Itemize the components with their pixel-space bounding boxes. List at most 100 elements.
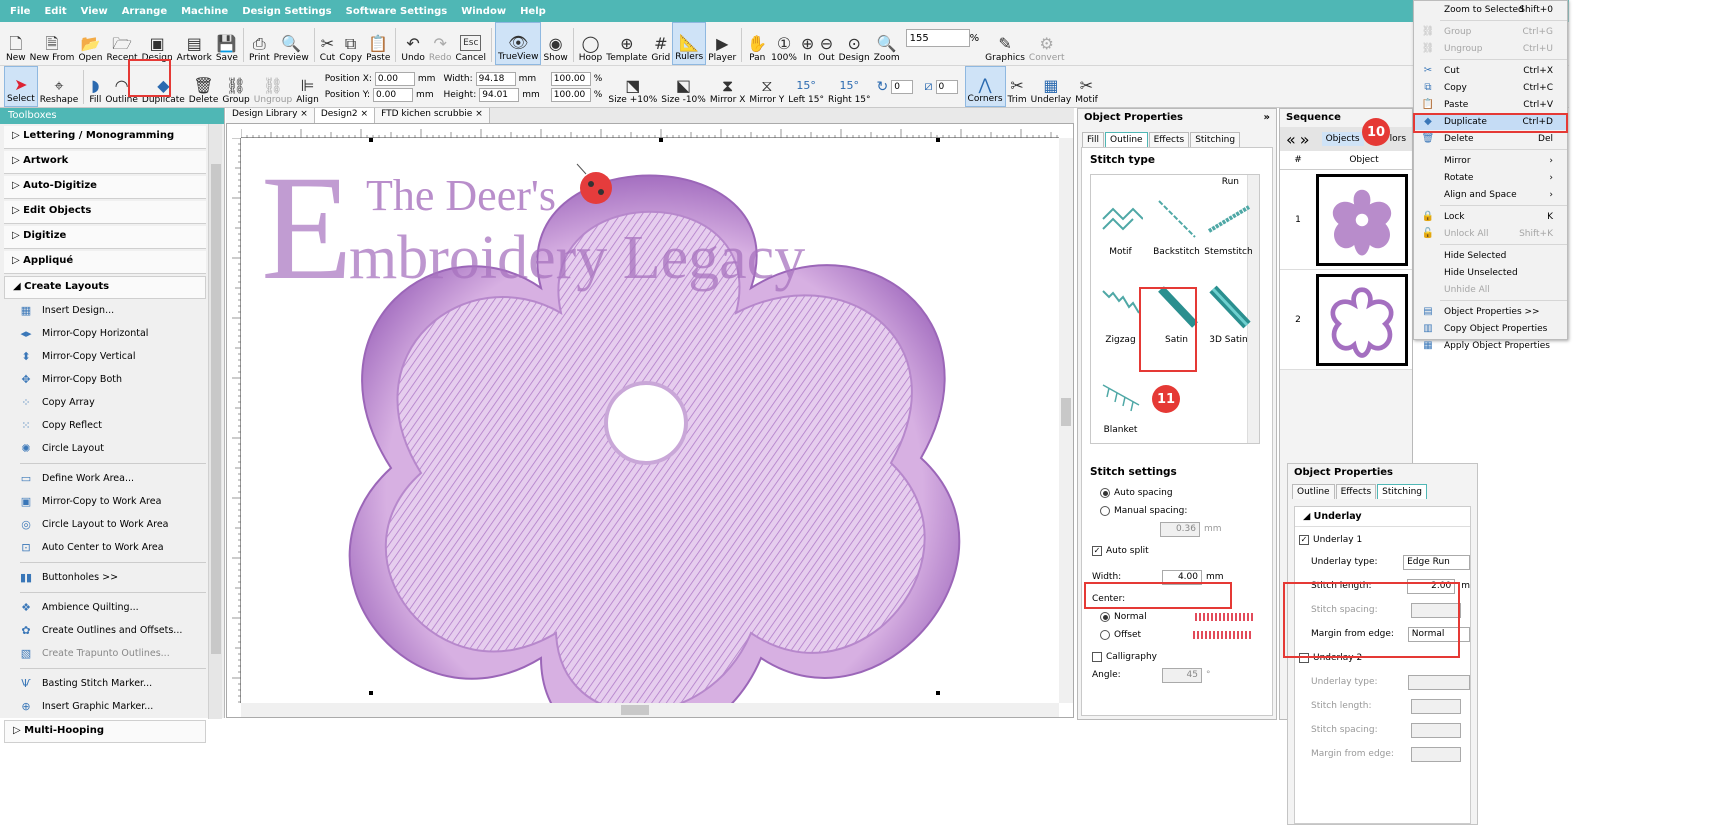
convert-button[interactable]: ⚙ Convert (1027, 22, 1067, 65)
zoom-input[interactable] (905, 29, 970, 47)
toolbox-item-trapunto[interactable]: ▧ Create Trapunto Outlines... (18, 642, 206, 665)
tab-stitching[interactable]: Stitching (1377, 484, 1427, 499)
stitch-stemstitch[interactable]: Stemstitch (1201, 197, 1256, 257)
colors-button[interactable]: lors (1390, 134, 1406, 144)
stitch-3d-satin[interactable]: 3D Satin (1201, 285, 1256, 345)
trueview-button[interactable]: 👁 TrueView (494, 22, 542, 65)
group-button[interactable]: ⛓ Group (220, 66, 251, 107)
stitch-blanket[interactable]: Blanket (1093, 375, 1148, 435)
toolbox-scrollbar[interactable] (208, 124, 222, 719)
fill-button[interactable]: ◗ Fill (87, 66, 103, 107)
zoom-design-button[interactable]: ⊙ Design (837, 22, 872, 65)
underlay-section[interactable]: ◢ Underlay (1295, 507, 1470, 527)
underlay2-length-input[interactable] (1411, 698, 1461, 714)
zoom-out-button[interactable]: ⊖ Out (816, 22, 836, 65)
context-menu-item-copy-object-properties[interactable]: ▥ Copy Object Properties (1414, 320, 1567, 337)
menu-item-machine[interactable]: Machine (181, 6, 228, 17)
motif-button[interactable]: ✂ Motif (1073, 66, 1099, 107)
tab-outline[interactable]: Outline (1105, 132, 1148, 147)
close-tab-icon[interactable]: × (361, 109, 369, 119)
context-menu-item-hide-unselected[interactable]: Hide Unselected (1414, 264, 1567, 281)
template-button[interactable]: ⊕ Template (604, 22, 649, 65)
tab-effects[interactable]: Effects (1148, 132, 1190, 147)
player-button[interactable]: ▶ Player (706, 22, 738, 65)
next-icon[interactable]: » (1300, 130, 1310, 149)
copy-button[interactable]: ⧉ Copy (337, 22, 364, 65)
context-menu-item-copy[interactable]: ⧉ Copy Ctrl+C (1414, 79, 1567, 96)
menu-item-arrange[interactable]: Arrange (122, 6, 167, 17)
canvas-horizontal-scrollbar[interactable] (241, 703, 1059, 717)
context-menu-item-hide-selected[interactable]: Hide Selected (1414, 247, 1567, 264)
context-menu-item-lock[interactable]: 🔒 Lock K (1414, 208, 1567, 225)
graphics-button[interactable]: ✎ Graphics (983, 22, 1027, 65)
toolbox-item-mirror-copy-work-area[interactable]: ▣ Mirror-Copy to Work Area (18, 490, 206, 513)
underlay-type-select[interactable]: Edge Run (1403, 554, 1470, 570)
spacing-input[interactable]: 0.36 (1160, 521, 1200, 537)
context-menu-item-apply-object-properties[interactable]: ▦ Apply Object Properties (1414, 337, 1567, 354)
sequence-row[interactable]: 2 (1280, 270, 1412, 370)
menu-item-view[interactable]: View (81, 6, 108, 17)
save-button[interactable]: 💾 Save (214, 22, 240, 65)
underlay2-type-select[interactable] (1407, 674, 1470, 690)
underlay-button[interactable]: ▦ Underlay (1029, 66, 1074, 107)
size-up-button[interactable]: ⬔ Size +10% (606, 66, 659, 107)
new-file-button[interactable]: 🗋 New (4, 22, 28, 65)
position-y-input[interactable] (373, 87, 414, 102)
toolbox-section-edit-objects[interactable]: ▷ Edit Objects (4, 201, 206, 224)
underlay2-spacing-input[interactable] (1411, 722, 1461, 738)
new-from-button[interactable]: 🗎 New From (28, 22, 77, 65)
rotate-left-button[interactable]: 15° Left 15° (786, 66, 826, 107)
width-input[interactable] (475, 71, 516, 86)
document-tab[interactable]: Design Library × (226, 108, 315, 123)
context-menu-item-zoom-to-selected[interactable]: Zoom to Selected Shift+0 (1414, 1, 1567, 18)
menu-item-file[interactable]: File (10, 6, 30, 17)
toolbox-item-outlines-offsets[interactable]: ✿ Create Outlines and Offsets... (18, 619, 206, 642)
toolbox-item-graphic-marker[interactable]: ⊕ Insert Graphic Marker... (18, 695, 206, 718)
tab-stitching[interactable]: Stitching (1190, 132, 1241, 147)
manual-spacing-option[interactable]: Manual spacing: (1082, 502, 1272, 520)
toolbox-item-mirror-copy-horizontal[interactable]: ◂▸ Mirror-Copy Horizontal (18, 322, 206, 345)
sequence-row[interactable]: 1 (1280, 170, 1412, 270)
toolbox-item-ambience-quilting[interactable]: ❖ Ambience Quilting... (18, 596, 206, 619)
toolbox-item-mirror-copy-vertical[interactable]: ⬍ Mirror-Copy Vertical (18, 345, 206, 368)
context-menu-item-paste[interactable]: 📋 Paste Ctrl+V (1414, 96, 1567, 113)
toolbox-section-appliqu-[interactable]: ▷ Appliqué (4, 251, 206, 274)
context-menu-item-mirror[interactable]: Mirror › (1414, 152, 1567, 169)
undo-button[interactable]: ↶ Undo (399, 22, 427, 65)
delete-button[interactable]: 🗑 Delete (187, 66, 221, 107)
artwork-button[interactable]: ▤ Artwork (175, 22, 214, 65)
corners-button[interactable]: ⋀ Corners (964, 66, 1006, 107)
design-artwork[interactable]: E The Deer's mbroidery Legacy (241, 138, 1061, 705)
tab-outline[interactable]: Outline (1292, 484, 1335, 499)
center-normal-option[interactable]: Normal (1082, 608, 1272, 626)
underlay1-checkbox[interactable]: ✓ Underlay 1 (1295, 531, 1470, 549)
toolbox-section-artwork[interactable]: ▷ Artwork (4, 151, 206, 174)
rotation-input[interactable] (891, 79, 914, 94)
toolbox-item-auto-center[interactable]: ⊡ Auto Center to Work Area (18, 536, 206, 559)
toolbox-section-digitize[interactable]: ▷ Digitize (4, 226, 206, 249)
show-button[interactable]: ◉ Show (541, 22, 569, 65)
zoom-in-button[interactable]: ⊕ In (799, 22, 816, 65)
toolbox-item-circle-layout-work-area[interactable]: ◎ Circle Layout to Work Area (18, 513, 206, 536)
grid-button[interactable]: # Grid (649, 22, 672, 65)
ungroup-button[interactable]: ⛓ Ungroup (252, 66, 294, 107)
rotate-right-button[interactable]: 15° Right 15° (826, 66, 873, 107)
context-menu-item-unlock-all[interactable]: 🔓 Unlock All Shift+K (1414, 225, 1567, 242)
context-menu-item-align-and-space[interactable]: Align and Space › (1414, 186, 1567, 203)
tab-effects[interactable]: Effects (1335, 484, 1377, 499)
underlay2-margin-select[interactable] (1411, 746, 1461, 762)
redo-button[interactable]: ↷ Redo (427, 22, 454, 65)
calligraphy-checkbox[interactable]: Calligraphy (1082, 648, 1272, 666)
toolbox-item-define-work-area[interactable]: ▭ Define Work Area... (18, 467, 206, 490)
menu-item-software-settings[interactable]: Software Settings (346, 6, 448, 17)
toolbox-item-basting-marker[interactable]: Ѱ Basting Stitch Marker... (18, 672, 206, 695)
close-tab-icon[interactable]: × (475, 109, 483, 119)
size-down-button[interactable]: ⬕ Size -10% (659, 66, 708, 107)
reshape-tool-button[interactable]: ⌖ Reshape (38, 66, 81, 107)
align-button[interactable]: ⊫ Align (294, 66, 321, 107)
angle-input[interactable]: 45 (1162, 667, 1202, 683)
toolbox-item-mirror-copy-both[interactable]: ✥ Mirror-Copy Both (18, 368, 206, 391)
rulers-button[interactable]: 📐 Rulers (672, 22, 707, 65)
context-menu-item-group[interactable]: ⛓ Group Ctrl+G (1414, 23, 1567, 40)
auto-split-checkbox[interactable]: ✓ Auto split (1082, 542, 1272, 560)
